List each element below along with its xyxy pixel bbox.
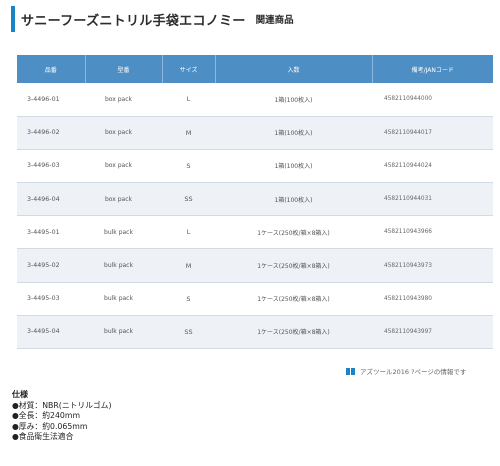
product-code-cell: 3-4495-01 <box>17 215 85 250</box>
jan-code-cell: 4582110944000 <box>372 83 493 117</box>
jan-code-cell: 4582110943980 <box>372 282 493 316</box>
product-code-cell: 3-4496-04 <box>17 182 85 217</box>
spec-item-food-safe: ●食品衛生法適合 <box>12 432 74 441</box>
product-code-cell: 3-4496-02 <box>17 116 85 150</box>
specs-title: 仕様 <box>12 390 28 399</box>
quantity-cell: 1箱(100枚入) <box>215 83 372 117</box>
quantity-cell: 1ケース(250枚/箱×8箱入) <box>215 248 372 283</box>
product-code-cell: 3-4495-03 <box>17 282 85 316</box>
model-cell: bulk pack <box>85 315 162 350</box>
size-cell: SS <box>162 315 215 350</box>
model-cell: box pack <box>85 149 162 184</box>
column-header-qty: 入数 <box>215 55 373 83</box>
size-cell: L <box>162 83 215 117</box>
jan-code-cell: 4582110943997 <box>372 315 493 350</box>
model-cell: bulk pack <box>85 282 162 316</box>
product-table: 品番 型番 サイズ 入数 備考/JANコード 3-4496-01 box pac… <box>17 55 493 350</box>
catalog-source-text: アズツール2016 ?ページの情報です <box>360 368 467 376</box>
size-cell: S <box>162 149 215 184</box>
spec-item-length: ●全長：約240mm <box>12 411 81 420</box>
table-row: 3-4495-03 bulk pack S 1ケース(250枚/箱×8箱入) 4… <box>17 282 493 316</box>
table-row: 3-4495-02 bulk pack M 1ケース(250枚/箱×8箱入) 4… <box>17 248 493 283</box>
size-cell: S <box>162 282 215 316</box>
book-icon <box>346 367 355 375</box>
model-cell: bulk pack <box>85 215 162 250</box>
model-cell: bulk pack <box>85 248 162 283</box>
model-cell: box pack <box>85 83 162 117</box>
table-row: 3-4496-03 box pack S 1箱(100枚入) 458211094… <box>17 149 493 184</box>
table-row: 3-4495-04 bulk pack SS 1ケース(250枚/箱×8箱入) … <box>17 315 493 350</box>
product-code-cell: 3-4496-01 <box>17 83 85 117</box>
jan-code-cell: 4582110944031 <box>372 182 493 217</box>
product-code-cell: 3-4495-04 <box>17 315 85 350</box>
column-header-code: 品番 <box>17 55 86 83</box>
quantity-cell: 1ケース(250枚/箱×8箱入) <box>215 282 372 316</box>
jan-code-cell: 4582110943966 <box>372 215 493 250</box>
size-cell: M <box>162 116 215 150</box>
table-header-row: 品番 型番 サイズ 入数 備考/JANコード <box>17 55 493 83</box>
quantity-cell: 1箱(100枚入) <box>215 116 372 150</box>
column-header-jan: 備考/JANコード <box>372 55 493 83</box>
table-row: 3-4496-02 box pack M 1箱(100枚入) 458211094… <box>17 116 493 150</box>
size-cell: L <box>162 215 215 250</box>
column-header-size: サイズ <box>162 55 216 83</box>
quantity-cell: 1箱(100枚入) <box>215 182 372 217</box>
product-code-cell: 3-4496-03 <box>17 149 85 184</box>
jan-code-cell: 4582110944024 <box>372 149 493 184</box>
spec-item-material: ●材質：NBR(ニトリルゴム) <box>12 400 112 410</box>
page-header: サニーフーズニトリル手袋エコノミー 関連商品 <box>11 6 492 32</box>
catalog-source-note[interactable]: アズツール2016 ?ページの情報です <box>346 366 466 376</box>
quantity-cell: 1ケース(250枚/箱×8箱入) <box>215 215 372 250</box>
spec-item-thickness: ●厚み：約0.065mm <box>12 421 88 431</box>
table-row: 3-4496-04 box pack SS 1箱(100枚入) 45821109… <box>17 182 493 217</box>
quantity-cell: 1ケース(250枚/箱×8箱入) <box>215 315 372 350</box>
size-cell: SS <box>162 182 215 217</box>
size-cell: M <box>162 248 215 283</box>
specifications: 仕様 ●材質：NBR(ニトリルゴム) ●全長：約240mm ●厚み：約0.065… <box>12 390 112 443</box>
page-title: サニーフーズニトリル手袋エコノミー <box>21 13 246 29</box>
table-row: 3-4496-01 box pack L 1箱(100枚入) 458211094… <box>17 83 493 117</box>
model-cell: box pack <box>85 182 162 217</box>
model-cell: box pack <box>85 116 162 150</box>
table-row: 3-4495-01 bulk pack L 1ケース(250枚/箱×8箱入) 4… <box>17 215 493 250</box>
quantity-cell: 1箱(100枚入) <box>215 149 372 184</box>
product-code-cell: 3-4495-02 <box>17 248 85 283</box>
jan-code-cell: 4582110943973 <box>372 248 493 283</box>
jan-code-cell: 4582110944017 <box>372 116 493 150</box>
related-products-link[interactable]: 関連商品 <box>256 12 294 26</box>
column-header-type: 型番 <box>85 55 163 83</box>
